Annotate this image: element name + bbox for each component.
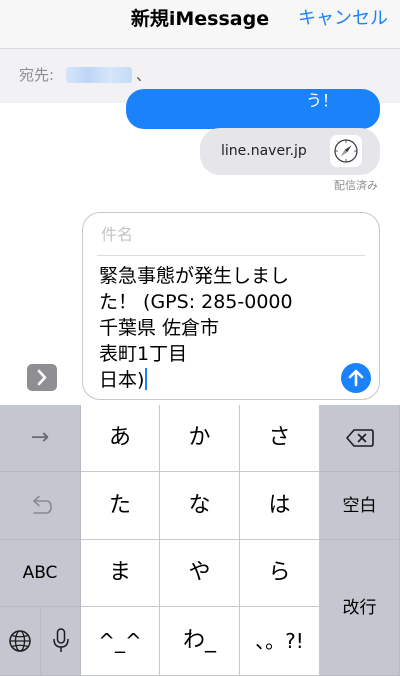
key-abc[interactable]: ABC bbox=[0, 540, 81, 607]
key-ma[interactable]: ま bbox=[81, 540, 160, 607]
key-label: → bbox=[30, 425, 50, 450]
key-label: 空白 bbox=[342, 495, 377, 516]
subject-divider bbox=[97, 255, 365, 256]
key-label: ^_^ bbox=[98, 629, 142, 653]
globe-icon bbox=[9, 630, 31, 652]
key-kaomoji[interactable]: ^_^ bbox=[81, 607, 160, 676]
key-label: ABC bbox=[22, 563, 58, 583]
japanese-kana-keyboard: → あ か さ た な は 空白 ABC ま や ら 改行 ^_^ わ_ 、。?… bbox=[0, 405, 400, 676]
key-undo[interactable] bbox=[0, 472, 81, 540]
message-line-last: 日本) bbox=[99, 367, 329, 393]
message-compose-box[interactable]: 件名 緊急事態が発生しまし た！ (GPS: 285-0000 千葉県 佐倉市 … bbox=[82, 212, 380, 400]
text-caret bbox=[145, 368, 148, 390]
key-label: ら bbox=[268, 560, 291, 585]
key-label: 、。?! bbox=[255, 629, 304, 653]
subject-field[interactable]: 件名 bbox=[101, 223, 353, 247]
message-line: た！ (GPS: 285-0000 bbox=[99, 291, 293, 313]
key-wa[interactable]: わ_ bbox=[160, 607, 240, 676]
recipient-chip-redacted[interactable] bbox=[66, 67, 132, 83]
key-punctuation[interactable]: 、。?! bbox=[240, 607, 320, 676]
microphone-icon bbox=[52, 628, 69, 652]
key-label: あ bbox=[108, 425, 131, 450]
key-label: 改行 bbox=[342, 597, 377, 618]
key-delete[interactable] bbox=[320, 405, 400, 472]
key-globe[interactable] bbox=[0, 607, 41, 676]
send-button[interactable] bbox=[341, 363, 371, 393]
safari-compass-icon bbox=[330, 135, 362, 167]
recipient-separator: 、 bbox=[136, 66, 152, 84]
key-label: か bbox=[188, 425, 211, 450]
key-label: は bbox=[268, 492, 291, 518]
sent-message-bubble[interactable]: う！ bbox=[126, 89, 380, 129]
key-label: た bbox=[108, 492, 131, 518]
key-space[interactable]: 空白 bbox=[320, 472, 400, 540]
link-domain: line.naver.jp bbox=[221, 143, 307, 159]
delete-icon bbox=[345, 429, 374, 447]
arrow-up-icon bbox=[348, 369, 364, 387]
message-line: 日本) bbox=[99, 369, 145, 391]
message-line: 千葉県 佐倉市 bbox=[99, 317, 220, 339]
key-ya[interactable]: や bbox=[160, 540, 240, 607]
navigation-bar: 新規iMessage キャンセル bbox=[0, 0, 400, 48]
key-sa[interactable]: さ bbox=[240, 405, 320, 472]
key-arrow-right[interactable]: → bbox=[0, 405, 81, 472]
key-na[interactable]: な bbox=[160, 472, 240, 540]
key-ha[interactable]: は bbox=[240, 472, 320, 540]
key-label: な bbox=[188, 492, 211, 518]
message-text-field[interactable]: 緊急事態が発生しまし た！ (GPS: 285-0000 千葉県 佐倉市 表町1… bbox=[99, 263, 329, 393]
to-label: 宛先: bbox=[19, 66, 55, 84]
key-label: ま bbox=[108, 560, 131, 585]
delivery-status: 配信済み bbox=[334, 179, 378, 192]
undo-icon bbox=[33, 495, 52, 514]
key-a[interactable]: あ bbox=[81, 405, 160, 472]
key-ka[interactable]: か bbox=[160, 405, 240, 472]
chevron-right-icon bbox=[37, 369, 47, 386]
key-ta[interactable]: た bbox=[81, 472, 160, 540]
key-label: わ_ bbox=[182, 628, 216, 653]
key-label: さ bbox=[268, 425, 291, 450]
key-ra[interactable]: ら bbox=[240, 540, 320, 607]
cancel-button[interactable]: キャンセル bbox=[298, 6, 388, 32]
sent-message-text: う！ bbox=[306, 91, 339, 110]
message-line: 表町1丁目 bbox=[99, 343, 188, 365]
key-return[interactable]: 改行 bbox=[320, 540, 400, 676]
key-label: や bbox=[188, 560, 211, 585]
expand-apps-button[interactable] bbox=[27, 364, 57, 391]
key-dictation[interactable] bbox=[41, 607, 81, 676]
message-line: 緊急事態が発生しまし bbox=[99, 265, 290, 287]
link-preview-bubble[interactable]: line.naver.jp bbox=[200, 128, 380, 175]
